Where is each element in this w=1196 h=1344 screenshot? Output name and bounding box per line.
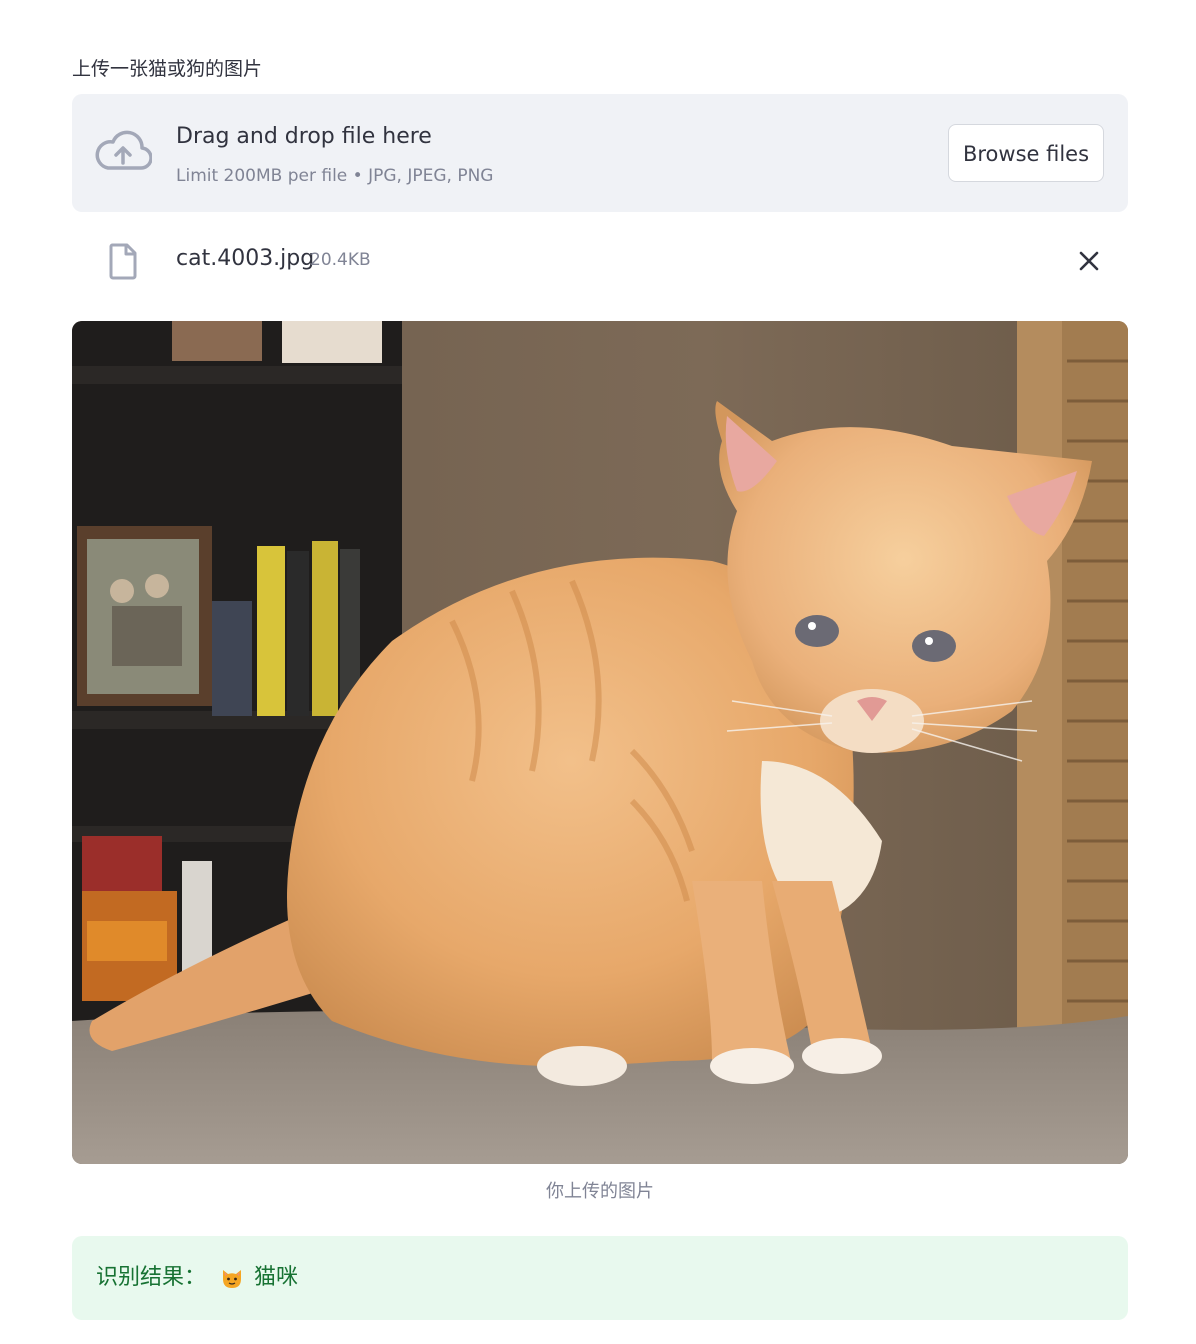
- file-icon: [109, 243, 137, 280]
- cloud-upload-icon: [95, 130, 152, 170]
- browse-files-button[interactable]: Browse files: [948, 124, 1104, 182]
- uploaded-file-name: cat.4003.jpg: [176, 246, 315, 271]
- image-caption: 你上传的图片: [546, 1181, 654, 1202]
- dropzone-title: Drag and drop file here: [176, 124, 432, 149]
- cat-photo: [72, 321, 1128, 1164]
- remove-file-icon[interactable]: [1076, 248, 1102, 274]
- result-label: 识别结果：: [96, 1265, 207, 1290]
- uploader-label: 上传一张猫或狗的图片: [72, 58, 263, 80]
- result-value: 猫咪: [254, 1265, 299, 1290]
- uploaded-file-size: 20.4KB: [310, 250, 371, 270]
- uploaded-image: [72, 321, 1128, 1164]
- cat-face-icon: [223, 1270, 241, 1288]
- dropzone-limit-text: Limit 200MB per file • JPG, JPEG, PNG: [176, 166, 494, 186]
- file-dropzone[interactable]: Drag and drop file here Limit 200MB per …: [72, 94, 1128, 212]
- uploaded-file-row: cat.4003.jpg 20.4KB: [72, 232, 1128, 288]
- result-alert: 识别结果： 猫咪: [72, 1236, 1128, 1320]
